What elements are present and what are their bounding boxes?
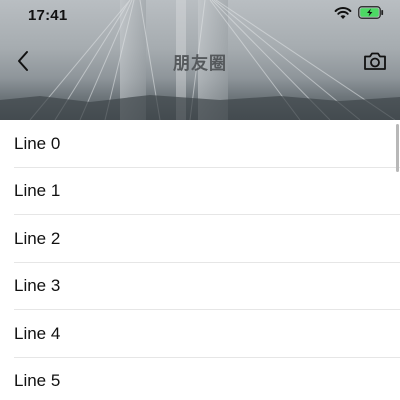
line-list[interactable]: Line 0 Line 1 Line 2 Line 3 Line 4 Line …	[0, 120, 400, 400]
scroll-indicator[interactable]	[396, 124, 399, 172]
chevron-left-icon[interactable]	[8, 46, 38, 76]
list-item[interactable]: Line 1	[0, 168, 400, 216]
status-time: 17:41	[28, 6, 68, 24]
wifi-icon	[334, 6, 352, 25]
list-item-label: Line 1	[14, 181, 61, 201]
list-item[interactable]: Line 3	[0, 263, 400, 311]
list-item-label: Line 4	[14, 323, 61, 343]
list-item[interactable]: Line 0	[0, 120, 400, 168]
header-cover-image: 17:41 朋友圈	[0, 0, 400, 120]
status-icons	[334, 6, 384, 25]
list-item[interactable]: Line 2	[0, 215, 400, 263]
list-item-label: Line 0	[14, 133, 61, 153]
navigation-bar: 朋友圈	[0, 38, 400, 84]
page-title: 朋友圈	[173, 53, 227, 73]
list-item-label: Line 3	[14, 276, 61, 296]
battery-charging-icon	[358, 6, 384, 24]
camera-icon[interactable]	[360, 46, 390, 76]
status-bar: 17:41	[0, 0, 400, 30]
list-item-label: Line 2	[14, 228, 61, 248]
list-item-label: Line 5	[14, 371, 61, 391]
list-item[interactable]: Line 5	[0, 358, 400, 400]
list-item[interactable]: Line 4	[0, 310, 400, 358]
